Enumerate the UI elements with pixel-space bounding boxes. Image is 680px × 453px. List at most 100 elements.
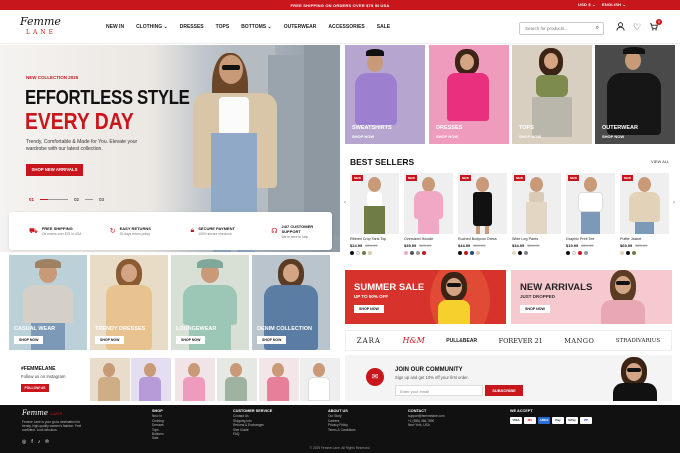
product-card[interactable]: NEW Graphic Print Tee $19.99 $24.99 bbox=[566, 173, 615, 255]
product-card[interactable]: NEW Puffer Jacket $69.99 $89.99 bbox=[620, 173, 669, 255]
nav-accessories[interactable]: ACCESSORIES bbox=[328, 24, 364, 30]
footer-link[interactable]: Terms & Conditions bbox=[328, 428, 356, 432]
product-card[interactable]: NEW Ruched Bodycon Dress $44.99 $59.99 bbox=[458, 173, 507, 255]
facebook-icon[interactable]: f bbox=[31, 439, 32, 445]
pinterest-icon[interactable]: ℗ bbox=[45, 439, 49, 445]
feature-secure-payment: 🔒︎ SECURE PAYMENT 100% secure checkout bbox=[190, 226, 235, 236]
carousel-next-icon[interactable]: › bbox=[673, 200, 675, 206]
subscribe-button[interactable]: SUBSCRIBE bbox=[485, 385, 523, 396]
shop-now-link[interactable]: SHOP NOW bbox=[352, 134, 374, 139]
product-old-price: $29.99 bbox=[365, 243, 378, 248]
instagram-photo[interactable] bbox=[259, 358, 299, 401]
product-name[interactable]: Oversized Hoodie bbox=[404, 237, 453, 241]
tiktok-icon[interactable]: ♪ bbox=[38, 439, 41, 445]
footer-link[interactable]: Dresses bbox=[152, 423, 164, 427]
shop-new-arrivals-button[interactable]: SHOP NEW ARRIVALS bbox=[26, 164, 83, 176]
shop-now-button[interactable]: SHOP NOW bbox=[14, 336, 44, 344]
instagram-hashtag: #FEMMELANE bbox=[21, 366, 56, 372]
instagram-photo[interactable] bbox=[300, 358, 340, 401]
category-loungewear[interactable]: LOUNGEWEAR SHOP NOW bbox=[171, 255, 249, 350]
product-old-price: $24.99 bbox=[581, 243, 594, 248]
nav-tops[interactable]: TOPS bbox=[216, 24, 230, 30]
nav-sale[interactable]: SALE bbox=[377, 24, 390, 30]
instagram-photo[interactable] bbox=[175, 358, 215, 401]
shop-now-link[interactable]: SHOP NOW bbox=[602, 134, 624, 139]
product-name[interactable]: Ribbed Crop Tank Top bbox=[350, 237, 399, 241]
category-outerwear[interactable]: OUTERWEAR SHOP NOW bbox=[595, 45, 675, 144]
footer-logo[interactable]: Femme LANE bbox=[22, 409, 62, 417]
shop-now-button[interactable]: SHOP NOW bbox=[176, 336, 206, 344]
shop-now-link[interactable]: SHOP NOW bbox=[519, 134, 541, 139]
product-price: $34.99 bbox=[512, 243, 525, 248]
instagram-photo[interactable] bbox=[217, 358, 257, 401]
carousel-prev-icon[interactable]: ‹ bbox=[344, 200, 346, 206]
features-strip: ⛟ FREE SHIPPING On orders over $75 in USA… bbox=[9, 212, 332, 250]
product-image[interactable]: NEW bbox=[458, 173, 507, 234]
wishlist-icon[interactable]: ♡ bbox=[633, 22, 641, 33]
footer-payments-column: WE ACCEPT VISA MC AMEX Pay GPay PP bbox=[510, 409, 594, 425]
summer-sale-subtitle: UP TO 50% OFF bbox=[354, 294, 389, 299]
new-arrivals-banner[interactable]: NEW ARRIVALS JUST DROPPED SHOP NOW bbox=[511, 270, 672, 324]
brand-logo[interactable]: Femme LANE bbox=[20, 16, 62, 40]
shop-now-link[interactable]: SHOP NOW bbox=[436, 134, 458, 139]
account-icon[interactable] bbox=[616, 22, 625, 33]
brand-forever21[interactable]: FOREVER 21 bbox=[499, 337, 543, 345]
product-image[interactable]: NEW bbox=[350, 173, 399, 234]
product-card[interactable]: NEW Ribbed Crop Tank Top $24.99 $29.99 bbox=[350, 173, 399, 255]
category-tops[interactable]: TOPS SHOP NOW bbox=[512, 45, 592, 144]
shop-now-button[interactable]: SHOP NOW bbox=[257, 336, 287, 344]
slide-3[interactable]: 03 bbox=[99, 197, 104, 202]
instagram-photo[interactable] bbox=[90, 358, 130, 401]
view-all-link[interactable]: VIEW ALL bbox=[651, 159, 669, 164]
brand-pullbear[interactable]: PULL&BEAR bbox=[446, 338, 477, 344]
instagram-photo[interactable] bbox=[131, 358, 171, 401]
email-field[interactable]: Enter your email bbox=[395, 385, 483, 396]
category-dresses[interactable]: DRESSES SHOP NOW bbox=[429, 45, 509, 144]
product-card[interactable]: NEW Wide Leg Pants $34.99 $44.99 bbox=[512, 173, 561, 255]
brand-hm[interactable]: H&M bbox=[402, 336, 424, 345]
return-icon: ↻ bbox=[109, 228, 116, 235]
product-name[interactable]: Ruched Bodycon Dress bbox=[458, 237, 507, 241]
product-image[interactable]: NEW bbox=[566, 173, 615, 234]
product-image[interactable]: NEW bbox=[512, 173, 561, 234]
product-image[interactable]: NEW bbox=[620, 173, 669, 234]
slide-2[interactable]: 02 bbox=[74, 197, 79, 202]
category-casual-wear[interactable]: CASUAL WEAR SHOP NOW bbox=[9, 255, 87, 350]
brand-zara[interactable]: ZARA bbox=[357, 337, 381, 345]
nav-outerwear[interactable]: OUTERWEAR bbox=[284, 24, 317, 30]
header-icons: ♡ 0 bbox=[616, 19, 663, 33]
summer-sale-banner[interactable]: SUMMER SALE UP TO 50% OFF SHOP NOW bbox=[345, 270, 506, 324]
nav-bottoms[interactable]: BOTTOMS ⌄ bbox=[241, 24, 272, 30]
product-name[interactable]: Graphic Print Tee bbox=[566, 237, 615, 241]
product-name[interactable]: Wide Leg Pants bbox=[512, 237, 561, 241]
footer-link[interactable]: FAQ bbox=[233, 432, 272, 436]
cart-icon[interactable]: 0 bbox=[649, 19, 663, 33]
instagram-icon[interactable]: ◎ bbox=[22, 439, 26, 445]
category-sweatshirts[interactable]: SWEATSHIRTS SHOP NOW bbox=[345, 45, 425, 144]
brand-mango[interactable]: MANGO bbox=[564, 337, 594, 345]
slide-1[interactable]: 01 bbox=[29, 197, 34, 202]
promo-text: FREE SHIPPING ON ORDERS OVER $75 IN USA bbox=[290, 2, 390, 8]
category-denim-collection[interactable]: DENIM COLLECTION SHOP NOW bbox=[252, 255, 330, 350]
brand-stradivarius[interactable]: STRADIVARIUS bbox=[616, 338, 660, 344]
currency-select[interactable]: USD $ ⌄ bbox=[578, 2, 596, 7]
hero-kicker: NEW COLLECTION 2025 bbox=[26, 75, 79, 80]
nav-clothing[interactable]: CLOTHING ⌄ bbox=[136, 24, 168, 30]
nav-new-in[interactable]: NEW IN bbox=[106, 24, 124, 30]
product-name[interactable]: Puffer Jacket bbox=[620, 237, 669, 241]
language-select[interactable]: ENGLISH ⌄ bbox=[602, 2, 626, 7]
product-image[interactable]: NEW bbox=[404, 173, 453, 234]
category-label: SWEATSHIRTS bbox=[352, 125, 392, 131]
footer-link[interactable]: Sale bbox=[152, 436, 164, 440]
category-trendy-dresses[interactable]: TRENDY DRESSES SHOP NOW bbox=[90, 255, 168, 350]
summer-sale-shop-button[interactable]: SHOP NOW bbox=[354, 305, 384, 313]
product-card[interactable]: NEW Oversized Hoodie $39.99 $49.99 bbox=[404, 173, 453, 255]
new-arrivals-shop-button[interactable]: SHOP NOW bbox=[520, 305, 550, 313]
search-input[interactable]: Search for products... ⌕ bbox=[519, 22, 604, 35]
new-badge: NEW bbox=[622, 175, 633, 181]
search-icon[interactable]: ⌕ bbox=[596, 25, 599, 32]
follow-us-button[interactable]: FOLLOW US bbox=[21, 384, 49, 392]
shop-now-button[interactable]: SHOP NOW bbox=[95, 336, 125, 344]
new-badge: NEW bbox=[460, 175, 471, 181]
nav-dresses[interactable]: DRESSES bbox=[180, 24, 204, 30]
